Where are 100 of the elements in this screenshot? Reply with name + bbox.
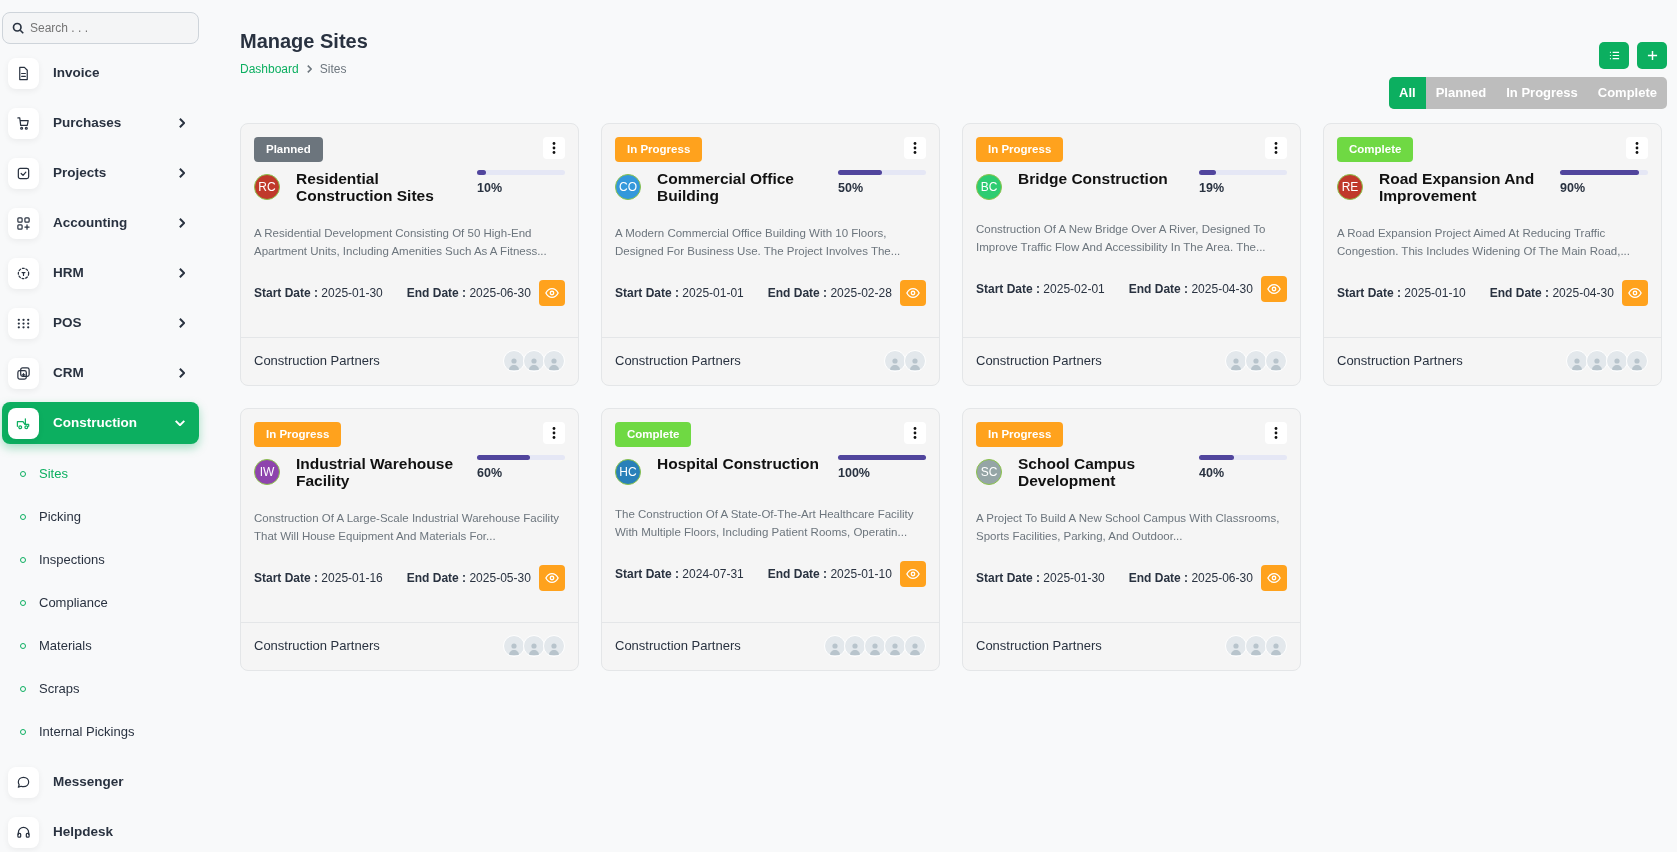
more-options-button[interactable]	[543, 421, 565, 444]
submenu-item[interactable]: Picking	[0, 495, 202, 538]
status-badge: In Progress	[976, 421, 1064, 447]
list-view-button[interactable]	[1599, 42, 1629, 69]
date-label: Start Date :	[615, 285, 679, 300]
eye-icon	[545, 285, 559, 300]
eye-icon	[906, 285, 920, 300]
site-name: Commercial Office Building	[657, 169, 795, 204]
chat-icon	[16, 774, 31, 790]
submenu-label: Compliance	[39, 593, 108, 612]
view-button[interactable]	[539, 564, 565, 591]
add-button[interactable]	[1637, 42, 1667, 69]
status-badge: In Progress	[254, 421, 342, 447]
apps-icon	[16, 215, 31, 231]
more-options-button[interactable]	[1265, 136, 1287, 159]
sidebar-label: Projects	[53, 163, 108, 182]
view-button[interactable]	[900, 279, 926, 306]
sidebar-item[interactable]: Invoice	[2, 52, 199, 94]
submenu-item[interactable]: Compliance	[0, 581, 202, 624]
site-name: Industrial Warehouse Facility	[296, 454, 455, 489]
document-icon	[16, 65, 31, 81]
more-options-button[interactable]	[904, 421, 926, 444]
submenu-label: Picking	[39, 507, 81, 526]
sidebar-label: CRM	[53, 363, 85, 382]
more-options-button[interactable]	[904, 136, 926, 159]
sidebar-item[interactable]: Helpdesk	[2, 811, 199, 852]
search-field[interactable]: Search . . .	[2, 12, 199, 44]
kebab-icon	[552, 141, 556, 154]
sidebar-item[interactable]: POS	[2, 302, 199, 344]
client-name: Construction Partners	[1337, 352, 1463, 371]
date-label: End Date :	[406, 285, 467, 300]
status-badge: Complete	[615, 421, 692, 447]
progress-percent: 19%	[1199, 179, 1226, 197]
user-avatar-icon	[1626, 350, 1648, 372]
submenu-item[interactable]: Materials	[0, 624, 202, 667]
progress-percent: 90%	[1560, 179, 1587, 197]
client-name: Construction Partners	[976, 352, 1102, 371]
site-name: Residential Construction Sites	[296, 169, 435, 204]
more-options-button[interactable]	[1265, 421, 1287, 444]
view-button[interactable]	[539, 279, 565, 306]
eye-icon	[1267, 281, 1281, 296]
kebab-icon	[1274, 141, 1278, 154]
eye-icon	[906, 566, 920, 581]
kebab-icon	[552, 426, 556, 439]
date-value: 2025-01-30	[1043, 570, 1105, 585]
view-button[interactable]	[900, 560, 926, 587]
avatar-initials: CO	[615, 173, 641, 200]
avatar-initials: SC	[976, 458, 1002, 485]
kebab-icon	[1274, 426, 1278, 439]
date-label: Start Date :	[1337, 285, 1401, 300]
list-icon	[1608, 50, 1620, 61]
date-label: Start Date :	[615, 566, 679, 581]
sidebar-label: Purchases	[53, 113, 123, 132]
avatar-initials: RE	[1337, 173, 1363, 200]
submenu-item[interactable]: Inspections	[0, 538, 202, 581]
chevron-icon	[179, 168, 185, 178]
date-label: End Date :	[1128, 570, 1189, 585]
user-avatar-icon	[884, 635, 906, 657]
submenu-item[interactable]: Internal Pickings	[0, 710, 202, 753]
site-name: Bridge Construction	[1018, 169, 1169, 187]
sidebar-item[interactable]: Messenger	[2, 761, 199, 803]
sidebar-item[interactable]: Purchases	[2, 102, 199, 144]
date-value: 2025-01-30	[321, 285, 383, 300]
sidebar-item[interactable]: CRM	[2, 352, 199, 394]
user-avatar-icon	[1586, 350, 1608, 372]
submenu-label: Materials	[39, 636, 92, 655]
plus-icon	[1646, 50, 1658, 61]
view-button[interactable]	[1261, 564, 1287, 591]
date-label: Start Date :	[254, 285, 318, 300]
site-description: The Construction Of A State-Of-The-Art Healthcare Facility With Multiple Floors, Including Patient Rooms, Operatin...	[615, 506, 915, 541]
site-name: Hospital Construction	[657, 454, 820, 472]
eye-icon	[545, 570, 559, 585]
sidebar-item[interactable]: HRM	[2, 252, 199, 294]
date-value: 2024-07-31	[682, 566, 744, 581]
client-name: Construction Partners	[615, 637, 741, 656]
sidebar-item[interactable]: Projects	[2, 152, 199, 194]
progress-percent: 40%	[1199, 464, 1226, 482]
submenu-item[interactable]: Scraps	[0, 667, 202, 710]
user-avatar-icon	[1225, 350, 1247, 372]
status-badge: In Progress	[615, 136, 703, 162]
view-button[interactable]	[1261, 275, 1287, 302]
client-name: Construction Partners	[976, 637, 1102, 656]
view-button[interactable]	[1622, 279, 1648, 306]
chevron-icon	[179, 318, 185, 328]
chevron-icon	[175, 420, 185, 426]
chevron-icon	[179, 368, 185, 378]
date-value: 2025-04-30	[1191, 281, 1253, 296]
more-options-button[interactable]	[1626, 136, 1648, 159]
user-avatar-icon	[543, 350, 565, 372]
sidebar-label: Messenger	[53, 772, 125, 791]
sidebar-item[interactable]: Accounting	[2, 202, 199, 244]
user-avatar-icon	[503, 635, 525, 657]
chevron-icon	[306, 65, 312, 73]
date-label: End Date :	[767, 285, 828, 300]
status-badge: Planned	[254, 136, 323, 162]
user-avatar-icon	[1245, 635, 1267, 657]
date-value: 2025-01-01	[682, 285, 744, 300]
more-options-button[interactable]	[543, 136, 565, 159]
user-avatar-icon	[1265, 635, 1287, 657]
date-label: Start Date :	[976, 570, 1040, 585]
